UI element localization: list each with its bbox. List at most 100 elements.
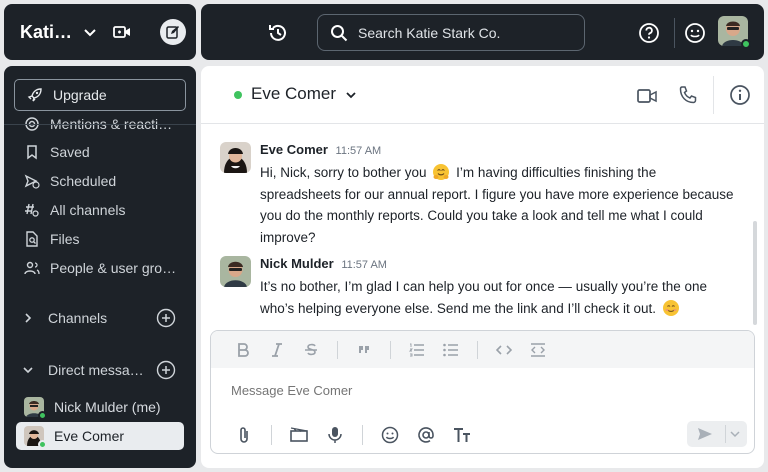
workspace-name[interactable]: Kati… [20, 22, 72, 43]
toolbar-divider [337, 340, 338, 359]
bold-icon[interactable] [235, 342, 251, 358]
search-placeholder: Search Katie Stark Co. [358, 24, 501, 41]
add-dm-icon[interactable] [156, 360, 176, 380]
chevron-down-icon[interactable] [345, 89, 357, 101]
help-icon[interactable] [638, 22, 660, 44]
presence-dot [234, 91, 242, 99]
message-composer [210, 330, 755, 454]
scrollbar[interactable] [753, 221, 757, 325]
message-item: Eve Comer 11:57 AM Hi, Nick, sorry to bo… [220, 142, 750, 245]
bookmark-icon [27, 145, 37, 160]
toolbar-divider [477, 340, 478, 359]
message-header: Eve Comer 11:57 AM [260, 142, 381, 157]
sidebar-item-people[interactable]: People & user gro… [24, 260, 176, 276]
toolbar-divider [390, 340, 391, 359]
header-divider [713, 76, 714, 114]
avatar [24, 397, 47, 420]
quote-icon[interactable] [356, 342, 372, 358]
send-icon [698, 428, 712, 440]
sidebar-item-label: Files [50, 231, 80, 247]
code-block-icon[interactable] [530, 342, 546, 358]
sidebar-item-all-channels[interactable]: All channels [24, 202, 126, 218]
chevron-down-icon[interactable] [730, 430, 740, 438]
channel-search-icon [25, 203, 39, 217]
video-clip-icon[interactable] [290, 426, 308, 444]
code-icon[interactable] [496, 342, 512, 358]
formatting-toolbar [211, 331, 754, 368]
chevron-down-icon[interactable] [82, 24, 98, 40]
chevron-right-icon [25, 313, 32, 323]
search-bar[interactable]: Search Katie Stark Co. [317, 14, 585, 51]
video-call-icon[interactable] [637, 87, 657, 105]
sidebar: Mentions & reacti… Upgrade Saved Schedul… [4, 66, 196, 468]
message-timestamp[interactable]: 11:57 AM [336, 145, 382, 157]
message-author[interactable]: Eve Comer [260, 142, 328, 157]
chevron-down-icon [23, 367, 33, 374]
channels-section[interactable]: Channels [22, 308, 176, 328]
text-format-icon[interactable] [453, 426, 471, 444]
status-emoji-icon[interactable] [684, 22, 706, 44]
avatar[interactable] [220, 142, 251, 173]
sidebar-item-label: Scheduled [50, 173, 117, 189]
compose-button[interactable] [160, 19, 186, 45]
strikethrough-icon[interactable] [303, 342, 319, 358]
smiling-face-emoji-icon [662, 299, 679, 316]
huddle-icon[interactable] [112, 22, 132, 42]
sidebar-item-label: Saved [50, 144, 90, 160]
toolbar-divider [271, 425, 272, 445]
avatar [24, 426, 47, 449]
workspace-header: Kati… [4, 4, 196, 60]
conversation-panel: Eve Comer Eve Comer 11:57 AM Hi, Nick, s… [201, 66, 764, 468]
phone-icon[interactable] [678, 85, 698, 105]
info-icon[interactable] [729, 84, 751, 106]
direct-messages-section[interactable]: Direct messa… [22, 360, 176, 380]
channels-label: Channels [48, 310, 108, 326]
toolbar-divider [362, 425, 363, 445]
dm-label: Eve Comer [54, 428, 125, 444]
sidebar-divider [4, 124, 196, 125]
add-channel-icon[interactable] [156, 308, 176, 328]
dm-label: Nick Mulder (me) [54, 399, 161, 415]
presence-dot [38, 440, 47, 449]
message-header: Nick Mulder 11:57 AM [260, 256, 387, 271]
direct-messages-label: Direct messa… [48, 362, 144, 378]
upgrade-button[interactable]: Upgrade [14, 79, 186, 111]
history-icon[interactable] [267, 22, 289, 44]
sidebar-item-files[interactable]: Files [24, 231, 80, 247]
people-icon [24, 261, 40, 275]
emoji-icon[interactable] [381, 426, 399, 444]
message-text-part: Hi, Nick, sorry to bother you [260, 165, 427, 180]
bulleted-list-icon[interactable] [443, 342, 459, 358]
message-item: Nick Mulder 11:57 AM It’s no bother, I’m… [220, 256, 750, 322]
search-icon [331, 24, 348, 41]
avatar-image [220, 142, 251, 173]
avatar-image [220, 256, 251, 287]
send-divider [725, 425, 726, 443]
send-button[interactable] [687, 421, 747, 447]
sidebar-item-label: People & user gro… [50, 260, 177, 276]
message-author[interactable]: Nick Mulder [260, 256, 334, 271]
rocket-icon [27, 88, 42, 102]
conversation-title[interactable]: Eve Comer [251, 84, 336, 104]
numbered-list-icon[interactable] [409, 342, 425, 358]
avatar[interactable] [220, 256, 251, 287]
topbar-divider [674, 18, 675, 48]
upgrade-label: Upgrade [53, 87, 107, 103]
sidebar-item-saved[interactable]: Saved [24, 144, 90, 160]
message-timestamp[interactable]: 11:57 AM [341, 259, 387, 271]
dm-item-nick-mulder[interactable]: Nick Mulder (me) [16, 393, 184, 421]
message-text: It’s no bother, I’m glad I can help you … [260, 276, 740, 319]
message-input[interactable] [231, 383, 631, 398]
mention-icon[interactable] [417, 426, 435, 444]
microphone-icon[interactable] [326, 426, 344, 444]
sidebar-item-scheduled[interactable]: Scheduled [24, 173, 116, 189]
message-text-part: It’s no bother, I’m glad I can help you … [260, 279, 708, 316]
composer-actions [211, 415, 754, 453]
attach-icon[interactable] [235, 426, 253, 444]
dm-item-eve-comer[interactable]: Eve Comer [16, 422, 184, 450]
compose-icon [166, 26, 179, 39]
file-search-icon [26, 231, 38, 247]
italic-icon[interactable] [269, 342, 285, 358]
conversation-header: Eve Comer [201, 66, 764, 124]
scheduled-send-icon [24, 174, 40, 189]
